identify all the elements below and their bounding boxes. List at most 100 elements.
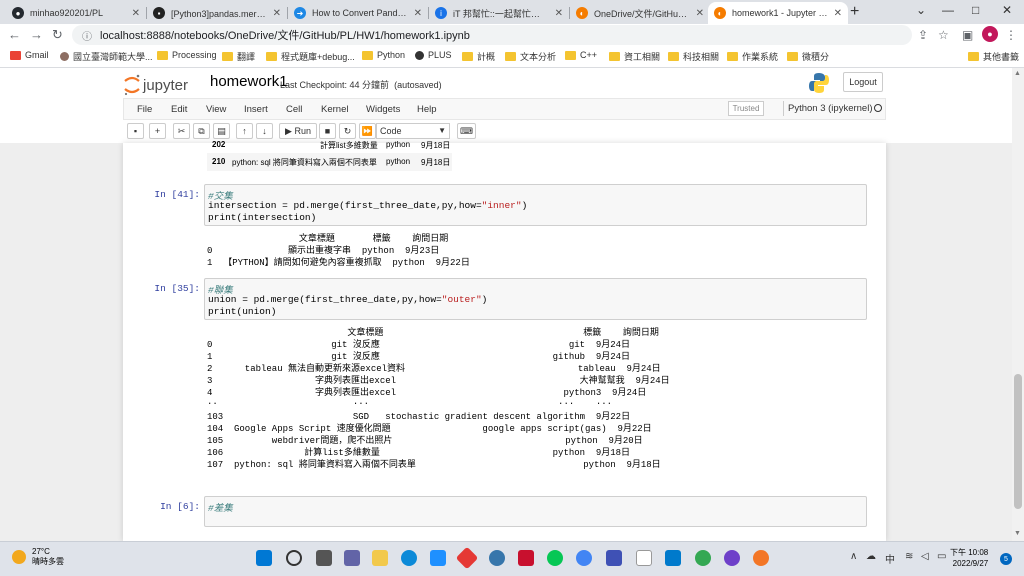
- bookmark-calculus[interactable]: 微積分: [787, 50, 829, 63]
- minimize-button[interactable]: —: [942, 3, 954, 17]
- code-cell-intersection[interactable]: #交集 intersection = pd.merge(first_three_…: [204, 184, 867, 226]
- notebook-title[interactable]: homework1: [210, 73, 288, 90]
- menu-view[interactable]: View: [206, 104, 226, 115]
- store-icon[interactable]: [430, 550, 446, 566]
- tab-homework1[interactable]: ◐ homework1 - Jupyter Note ✕: [708, 2, 848, 24]
- bookmark-gmail[interactable]: Gmail: [10, 50, 49, 60]
- ime-indicator[interactable]: 中: [885, 551, 895, 566]
- notes-icon[interactable]: [636, 550, 652, 566]
- tray-cloud-icon[interactable]: ☁: [866, 551, 876, 562]
- paste-icon[interactable]: ▤: [213, 123, 230, 139]
- search-icon[interactable]: [286, 550, 302, 566]
- star-icon[interactable]: ☆: [938, 28, 949, 42]
- trusted-indicator[interactable]: Trusted: [728, 101, 764, 116]
- cell-type-select[interactable]: Code ▼: [376, 123, 450, 139]
- vscode-icon[interactable]: [665, 550, 681, 566]
- reload-icon[interactable]: ↻: [52, 27, 63, 43]
- tab-convert-pandas[interactable]: ➜ How to Convert Pandas D ✕: [288, 2, 428, 24]
- tab-github-pl[interactable]: ● minhao920201/PL ✕: [6, 2, 146, 24]
- menu-widgets[interactable]: Widgets: [366, 104, 400, 115]
- bookmark-problems[interactable]: 程式題庫+debug...: [266, 50, 355, 63]
- task-view-icon[interactable]: [316, 550, 332, 566]
- github-desktop-icon[interactable]: [724, 550, 740, 566]
- jupyter-logo[interactable]: jupyter: [123, 73, 201, 96]
- menu-insert[interactable]: Insert: [244, 104, 268, 115]
- volume-icon[interactable]: ◁: [921, 551, 929, 562]
- back-icon[interactable]: ←: [8, 27, 21, 42]
- bookmark-processing[interactable]: Processing: [157, 50, 217, 60]
- line-icon[interactable]: [547, 550, 563, 566]
- keyboard-app-icon[interactable]: [606, 550, 622, 566]
- scroll-down-icon[interactable]: ▼: [1014, 530, 1021, 537]
- copy-icon[interactable]: ⧉: [193, 123, 210, 139]
- bookmark-cs-related[interactable]: 資工相關: [609, 50, 660, 63]
- chrome-icon[interactable]: [576, 550, 592, 566]
- bookmark-plus[interactable]: PLUS: [415, 50, 452, 60]
- bookmark-text-analysis[interactable]: 文本分析: [505, 50, 556, 63]
- tray-chevron-up-icon[interactable]: ∧: [850, 551, 857, 562]
- forward-icon[interactable]: →: [30, 27, 43, 42]
- tab-onedrive[interactable]: ◐ OneDrive/文件/GitHub/PL ✕: [570, 2, 710, 24]
- code-cell-union[interactable]: #聯集 union = pd.merge(first_three_date,py…: [204, 278, 867, 320]
- bookmark-ntnu[interactable]: 國立臺灣師範大學...: [60, 50, 153, 63]
- insert-cell-icon[interactable]: +: [149, 123, 166, 139]
- kernel-name[interactable]: Python 3 (ipykernel): [788, 103, 872, 114]
- menu-dots-icon[interactable]: ⋮: [1005, 28, 1017, 42]
- move-down-icon[interactable]: ↓: [256, 123, 273, 139]
- logout-button[interactable]: Logout: [843, 72, 883, 92]
- tab-pandas-merge[interactable]: ▪ [Python3]pandas.merge用法 ✕: [147, 2, 287, 24]
- site-info-icon[interactable]: ⓘ: [82, 28, 92, 43]
- bookmark-intro-cs[interactable]: 計概: [462, 50, 495, 63]
- chrome-active-icon[interactable]: [695, 550, 711, 566]
- scrollbar-thumb[interactable]: [1014, 374, 1022, 509]
- windows-start-icon[interactable]: [256, 550, 272, 566]
- close-icon[interactable]: ✕: [414, 8, 422, 19]
- save-icon[interactable]: ▪: [127, 123, 144, 139]
- cut-icon[interactable]: ✂: [173, 123, 190, 139]
- sidepanel-icon[interactable]: ▣: [962, 28, 973, 42]
- wifi-icon[interactable]: ≋: [905, 551, 913, 562]
- battery-icon[interactable]: ▭: [937, 551, 946, 562]
- new-tab-button[interactable]: +: [850, 3, 859, 21]
- menu-file[interactable]: File: [137, 104, 152, 115]
- menu-edit[interactable]: Edit: [171, 104, 187, 115]
- interrupt-icon[interactable]: ■: [319, 123, 336, 139]
- menu-cell[interactable]: Cell: [286, 104, 302, 115]
- menu-help[interactable]: Help: [417, 104, 437, 115]
- run-button[interactable]: ▶ Run: [279, 123, 317, 139]
- close-icon[interactable]: ✕: [132, 8, 140, 19]
- bookmark-translate[interactable]: 翻譯: [222, 50, 255, 63]
- menu-kernel[interactable]: Kernel: [321, 104, 348, 115]
- file-explorer-icon[interactable]: [372, 550, 388, 566]
- restart-run-all-icon[interactable]: ⏩: [359, 123, 376, 139]
- code-cell-difference[interactable]: #差集: [204, 496, 867, 527]
- restart-icon[interactable]: ↻: [339, 123, 356, 139]
- python-app-icon[interactable]: [489, 550, 505, 566]
- tab-ithome[interactable]: i iT 邦幫忙::一起幫忙解決難題 ✕: [429, 2, 569, 24]
- bookmark-os[interactable]: 作業系統: [727, 50, 778, 63]
- edge-icon[interactable]: [401, 550, 417, 566]
- bookmark-other[interactable]: 其他書籤: [968, 50, 1019, 63]
- system-clock[interactable]: 下午 10:08 2022/9/27: [950, 547, 988, 569]
- profile-avatar[interactable]: ●: [982, 26, 998, 42]
- tab-search-icon[interactable]: ⌄: [916, 3, 926, 17]
- command-palette-icon[interactable]: ⌨: [457, 123, 476, 139]
- maximize-button[interactable]: □: [972, 3, 979, 17]
- teams-icon[interactable]: [344, 550, 360, 566]
- notification-badge[interactable]: 5: [1000, 553, 1012, 565]
- close-window-button[interactable]: ✕: [1002, 3, 1012, 17]
- mcafee-icon[interactable]: [518, 550, 534, 566]
- scroll-up-icon[interactable]: ▲: [1014, 70, 1021, 77]
- move-up-icon[interactable]: ↑: [236, 123, 253, 139]
- close-icon[interactable]: ✕: [696, 8, 704, 19]
- close-icon[interactable]: ✕: [555, 8, 563, 19]
- bookmark-cpp[interactable]: C++: [565, 50, 597, 60]
- share-icon[interactable]: ⇪: [918, 28, 928, 42]
- close-icon[interactable]: ✕: [273, 8, 281, 19]
- jupyter-app-icon[interactable]: [753, 550, 769, 566]
- weather-widget[interactable]: 27°C 晴時多雲: [12, 547, 64, 567]
- url-input[interactable]: ⓘ localhost:8888/notebooks/OneDrive/文件/G…: [72, 25, 912, 45]
- close-icon[interactable]: ✕: [834, 8, 842, 19]
- bookmark-tech[interactable]: 科技相關: [668, 50, 719, 63]
- bookmark-python[interactable]: Python: [362, 50, 405, 60]
